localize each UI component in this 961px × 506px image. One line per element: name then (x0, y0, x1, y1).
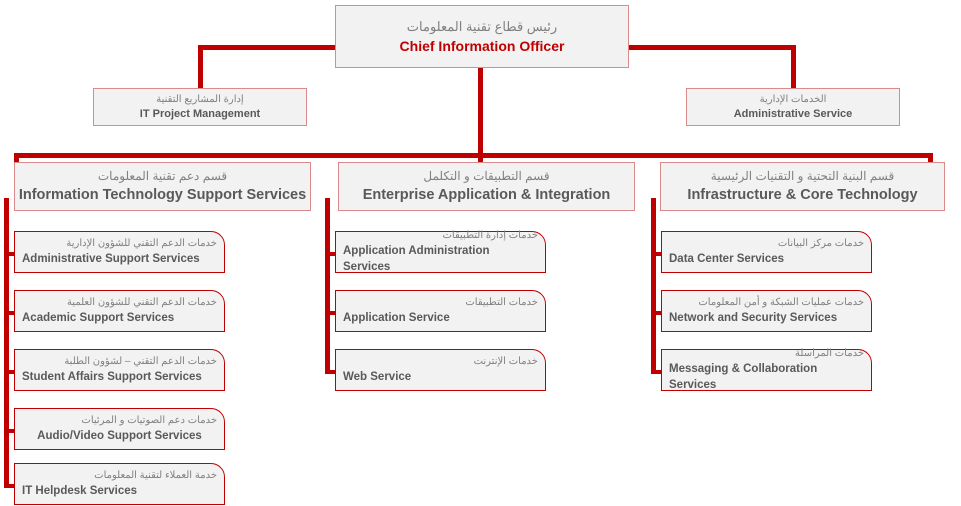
node-arabic-label: قسم البنية التحتية و التقنيات الرئيسية (710, 168, 895, 183)
node-arabic-label: خدمات التطبيقات (465, 297, 538, 308)
node-it-project-management[interactable]: إدارة المشاريع التقنية IT Project Manage… (93, 88, 307, 126)
node-arabic-label: رئيس قطاع تقنية المعلومات (406, 19, 558, 34)
node-arabic-label: خدمات الدعم التقني – لشؤون الطلبة (64, 356, 217, 367)
node-department-infrastructure-core-technology[interactable]: قسم البنية التحتية و التقنيات الرئيسية I… (660, 162, 945, 211)
node-english-label: Data Center Services (669, 253, 785, 265)
node-application-administration-services[interactable]: خدمات إدارة التطبيقات Application Admini… (335, 230, 546, 273)
node-arabic-label: خدمة العملاء لتقنية المعلومات (94, 470, 217, 481)
node-web-service[interactable]: خدمات الإنترنت Web Service (335, 349, 546, 391)
node-english-label: Enterprise Application & Integration (362, 186, 611, 203)
node-arabic-label: إدارة المشاريع التقنية (156, 93, 244, 105)
connector-col2-spine (325, 198, 330, 372)
node-application-service[interactable]: خدمات التطبيقات Application Service (335, 290, 546, 332)
node-administrative-support-services[interactable]: خدمات الدعم التقني للشؤون الإدارية Admin… (14, 231, 225, 273)
node-network-and-security-services[interactable]: خدمات عمليات الشبكة و أمن المعلومات Netw… (661, 290, 872, 332)
org-chart: رئيس قطاع تقنية المعلومات Chief Informat… (0, 0, 961, 506)
node-english-label: IT Project Management (139, 107, 261, 120)
node-english-label: Infrastructure & Core Technology (687, 186, 918, 203)
node-arabic-label: خدمات الإنترنت (473, 356, 538, 367)
node-messaging-collaboration-services[interactable]: خدمات المراسلة Messaging & Collaboration… (661, 348, 872, 391)
node-english-label: Information Technology Support Services (18, 186, 307, 203)
node-department-enterprise-application-integration[interactable]: قسم التطبيقات و التكلمل Enterprise Appli… (338, 162, 635, 211)
node-administrative-service[interactable]: الخدمات الإدارية Administrative Service (686, 88, 900, 126)
node-arabic-label: خدمات مركز البيانات (777, 238, 864, 249)
node-data-center-services[interactable]: خدمات مركز البيانات Data Center Services (661, 231, 872, 273)
node-chief-information-officer[interactable]: رئيس قطاع تقنية المعلومات Chief Informat… (335, 5, 629, 68)
node-english-label: Audio/Video Support Services (37, 430, 202, 442)
connector-root-stem (478, 68, 483, 158)
node-arabic-label: خدمات إدارة التطبيقات (442, 230, 538, 241)
node-english-label: Student Affairs Support Services (22, 371, 202, 383)
node-arabic-label: خدمات المراسلة (795, 348, 864, 359)
node-english-label: Network and Security Services (669, 312, 838, 324)
node-english-label: Web Service (343, 371, 412, 383)
node-arabic-label: خدمات الدعم التقني للشؤون العلمية (66, 297, 217, 308)
node-audio-video-support-services[interactable]: خدمات دعم الصوتيات و المرئيات Audio/Vide… (14, 408, 225, 450)
connector-staff-right-drop (791, 45, 796, 88)
node-english-label: Application Service (343, 312, 450, 324)
node-arabic-label: قسم التطبيقات و التكلمل (423, 168, 550, 183)
node-arabic-label: الخدمات الإدارية (759, 93, 827, 105)
node-english-label: Administrative Support Services (22, 253, 200, 265)
node-english-label: Chief Information Officer (399, 38, 565, 54)
node-english-label: Academic Support Services (22, 312, 175, 324)
node-arabic-label: خدمات الدعم التقني للشؤون الإدارية (66, 238, 217, 249)
node-english-label: IT Helpdesk Services (22, 485, 138, 497)
node-english-label: Administrative Service (733, 107, 853, 120)
node-arabic-label: خدمات عمليات الشبكة و أمن المعلومات (698, 297, 864, 308)
node-english-label: Application Administration Services (343, 245, 490, 273)
node-english-label: Messaging & Collaboration Services (669, 363, 818, 391)
connector-staff-left-drop (198, 45, 203, 88)
node-arabic-label: خدمات دعم الصوتيات و المرئيات (81, 415, 217, 426)
node-arabic-label: قسم دعم تقنية المعلومات (97, 168, 228, 183)
connector-col1-spine (4, 198, 9, 486)
node-student-affairs-support-services[interactable]: خدمات الدعم التقني – لشؤون الطلبة Studen… (14, 349, 225, 391)
connector-col3-spine (651, 198, 656, 372)
connector-department-bus (14, 153, 932, 158)
node-department-it-support-services[interactable]: قسم دعم تقنية المعلومات Information Tech… (14, 162, 311, 211)
node-academic-support-services[interactable]: خدمات الدعم التقني للشؤون العلمية Academ… (14, 290, 225, 332)
node-it-helpdesk-services[interactable]: خدمة العملاء لتقنية المعلومات IT Helpdes… (14, 463, 225, 505)
